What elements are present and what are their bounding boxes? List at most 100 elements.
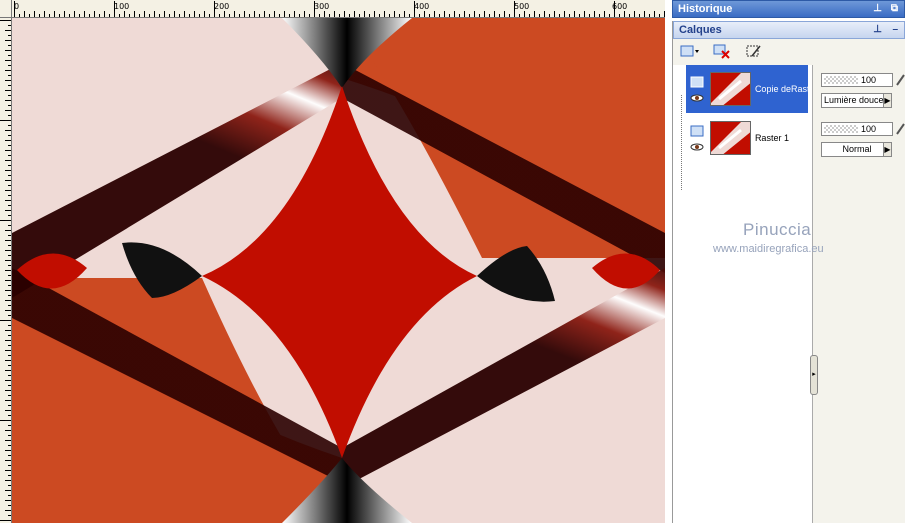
layer-type-icon[interactable]: [690, 125, 704, 137]
blend-mode-select[interactable]: Normal: [821, 142, 891, 157]
visibility-eye-icon[interactable]: [690, 94, 704, 102]
ruler-tick: [644, 11, 645, 17]
link-icon[interactable]: [895, 122, 905, 136]
ruler-tick: [5, 450, 11, 451]
ruler-tick: [554, 11, 555, 17]
ruler-tick: [5, 490, 11, 491]
ruler-tick: [594, 11, 595, 17]
ruler-tick: [264, 11, 265, 17]
close-icon[interactable]: –: [892, 24, 898, 35]
panel-splitter[interactable]: ▸: [810, 355, 818, 395]
ruler-tick: [5, 410, 11, 411]
blend-dropdown-arrow[interactable]: ▶: [883, 93, 892, 108]
layer-name[interactable]: Copie deRast: [755, 84, 808, 94]
ruler-vertical[interactable]: [0, 18, 12, 523]
ruler-tick: [454, 11, 455, 17]
link-icon[interactable]: [895, 73, 905, 87]
layers-panel-header[interactable]: Calques ⊥ –: [673, 21, 905, 39]
blend-mode-select[interactable]: Lumière douce: [821, 93, 891, 108]
pin-icon[interactable]: ⊥: [873, 24, 882, 35]
ruler-tick: [8, 35, 11, 36]
ruler-corner: [0, 0, 12, 18]
ruler-tick: [19, 14, 20, 17]
opacity-slider[interactable]: 100: [821, 122, 893, 136]
history-panel-header[interactable]: Historique ⊥ ⧉: [672, 0, 905, 18]
ruler-tick: [484, 11, 485, 17]
ruler-tick: [5, 480, 11, 481]
visibility-eye-icon[interactable]: [690, 143, 704, 151]
history-panel-title: Historique: [678, 3, 733, 15]
ruler-tick: [79, 14, 80, 17]
ruler-tick: [574, 11, 575, 17]
mask-button[interactable]: [743, 41, 765, 61]
ruler-tick: [299, 14, 300, 17]
ruler-tick: [654, 11, 655, 17]
ruler-tick: [5, 340, 11, 341]
float-icon[interactable]: ⧉: [891, 3, 898, 14]
delete-layer-button[interactable]: [711, 41, 733, 61]
layer-type-icon[interactable]: [690, 76, 704, 88]
ruler-tick: [8, 505, 11, 506]
ruler-tick: [59, 14, 60, 17]
ruler-tick: [599, 14, 600, 17]
ruler-tick: [244, 11, 245, 17]
ruler-tick: [24, 11, 25, 17]
new-layer-button[interactable]: [679, 41, 701, 61]
ruler-tick: [5, 470, 11, 471]
ruler-tick: [479, 14, 480, 17]
ruler-tick: [504, 11, 505, 17]
opacity-value: 100: [860, 75, 876, 85]
ruler-tick: [129, 14, 130, 17]
ruler-tick: [5, 280, 11, 281]
ruler-tick: [0, 420, 11, 421]
layer-row-copie[interactable]: Copie deRast: [686, 65, 808, 113]
ruler-tick: [69, 14, 70, 17]
ruler-tick: [114, 1, 115, 17]
ruler-tick: [5, 150, 11, 151]
image-canvas[interactable]: [12, 18, 665, 523]
ruler-tick: [8, 245, 11, 246]
ruler-tick: [494, 11, 495, 17]
ruler-tick: [149, 14, 150, 17]
ruler-tick: [349, 14, 350, 17]
ruler-tick: [5, 510, 11, 511]
ruler-tick: [319, 14, 320, 17]
ruler-tick: [8, 315, 11, 316]
ruler-tick: [169, 14, 170, 17]
ruler-tick: [8, 465, 11, 466]
opacity-slider[interactable]: 100: [821, 73, 893, 87]
ruler-tick: [579, 14, 580, 17]
ruler-tick: [8, 395, 11, 396]
ruler-tick: [8, 95, 11, 96]
ruler-tick: [234, 11, 235, 17]
ruler-tick: [544, 11, 545, 17]
ruler-tick: [514, 1, 515, 17]
ruler-tick: [249, 14, 250, 17]
ruler-tick: [5, 80, 11, 81]
ruler-tick: [189, 14, 190, 17]
ruler-horizontal[interactable]: 0 100 200 300 400 500 600: [12, 0, 665, 18]
layer-name[interactable]: Raster 1: [755, 133, 808, 143]
blend-dropdown-arrow[interactable]: ▶: [883, 142, 892, 157]
ruler-tick: [269, 14, 270, 17]
ruler-tick: [604, 11, 605, 17]
ruler-tick: [549, 14, 550, 17]
ruler-tick: [404, 11, 405, 17]
ruler-tick: [144, 11, 145, 17]
ruler-tick: [89, 14, 90, 17]
ruler-tick: [284, 11, 285, 17]
ruler-tick: [324, 11, 325, 17]
ruler-tick: [309, 14, 310, 17]
ruler-tick: [5, 230, 11, 231]
ruler-tick: [8, 325, 11, 326]
ruler-tick: [359, 14, 360, 17]
layer-row-raster1[interactable]: Raster 1: [686, 114, 808, 162]
ruler-tick: [589, 14, 590, 17]
ruler-tick: [8, 435, 11, 436]
pin-icon[interactable]: ⊥: [873, 3, 882, 14]
ruler-tick: [5, 330, 11, 331]
ruler-tick: [154, 11, 155, 17]
ruler-tick: [8, 445, 11, 446]
ruler-label: 200: [214, 2, 230, 11]
ruler-tick: [5, 30, 11, 31]
